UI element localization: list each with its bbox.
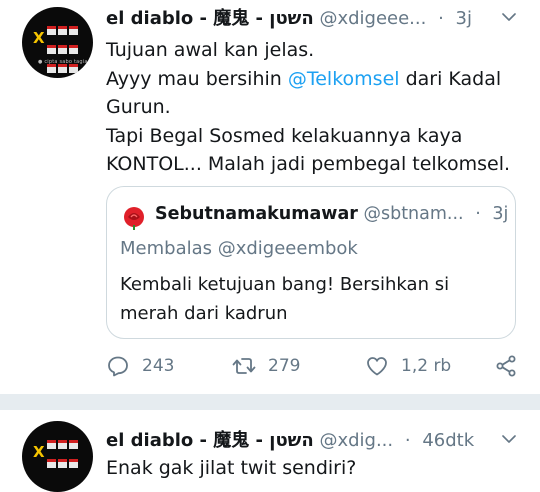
chevron-down-icon[interactable]: [500, 430, 518, 448]
share-icon: [496, 355, 516, 377]
quote-text: Kembali ketujuan bang! Bersihkan si mera…: [120, 274, 450, 324]
tweet-body: Tujuan awal kan jelas. Ayyy mau bersihin…: [106, 36, 510, 179]
separator-dot: ·: [438, 8, 444, 29]
tweet-actions: 243 279 1,2 rb: [0, 352, 540, 384]
author-handle[interactable]: @xdig...: [319, 430, 393, 451]
tweet-2[interactable]: X el diablo - 魔鬼 - השטן @xdig... · 46dtk…: [0, 410, 540, 492]
tweet-time[interactable]: 46dtk: [422, 430, 474, 451]
timeline-divider: [0, 394, 540, 410]
author-handle[interactable]: @xdigeee...: [319, 8, 426, 29]
reply-button[interactable]: 243: [106, 354, 174, 378]
quote-author-name[interactable]: Sebutnamakumawar: [155, 204, 358, 224]
share-button[interactable]: [494, 354, 530, 378]
tweet-1[interactable]: X ● cipta sabo tagia el diablo - 魔鬼 - הש…: [0, 0, 540, 394]
author-name[interactable]: el diablo - 魔鬼 - השטן: [106, 8, 314, 29]
avatar-letter: X: [33, 443, 45, 461]
avatar[interactable]: X: [22, 421, 93, 492]
quoted-tweet[interactable]: Sebutnamakumawar @sbtnam... · 3j Membala…: [106, 186, 516, 339]
tweet-body: Enak gak jilat twit sendiri?: [106, 457, 357, 479]
quote-author-handle[interactable]: @sbtnam...: [363, 204, 463, 224]
tweet-header: el diablo - 魔鬼 - השטן @xdig... · 46dtk: [106, 426, 474, 452]
reply-icon: [108, 356, 128, 377]
avatar-caption: ● cipta sabo tagia: [38, 59, 88, 65]
avatar-tiles: [46, 435, 80, 473]
rose-avatar-icon: [124, 207, 144, 230]
author-name[interactable]: el diablo - 魔鬼 - השטן: [106, 430, 314, 451]
tweet-time[interactable]: 3j: [456, 8, 472, 29]
quote-reply-context[interactable]: Membalas @xdigeeembok: [120, 238, 358, 259]
separator-dot: ·: [475, 204, 481, 224]
reply-count: 243: [142, 356, 175, 376]
like-icon: [367, 357, 387, 376]
like-count: 1,2 rb: [401, 356, 452, 376]
retweet-button[interactable]: 279: [232, 354, 300, 378]
avatar-tiles: [46, 21, 80, 78]
retweet-count: 279: [268, 356, 301, 376]
chevron-down-icon[interactable]: [500, 8, 518, 26]
tweet-header: el diablo - 魔鬼 - השטן @xdigeee... · 3j: [106, 4, 472, 30]
like-button[interactable]: 1,2 rb: [365, 354, 451, 378]
avatar-letter: X: [33, 29, 45, 47]
mention-link[interactable]: @Telkomsel: [288, 68, 400, 90]
retweet-icon: [232, 358, 256, 374]
quote-time[interactable]: 3j: [492, 204, 508, 224]
tweet-body-text: Tujuan awal kan jelas. Ayyy mau bersihin: [106, 39, 315, 90]
avatar[interactable]: X ● cipta sabo tagia: [22, 7, 93, 78]
quote-header: Sebutnamakumawar @sbtnam... · 3j: [155, 204, 508, 224]
separator-dot: ·: [404, 430, 411, 451]
